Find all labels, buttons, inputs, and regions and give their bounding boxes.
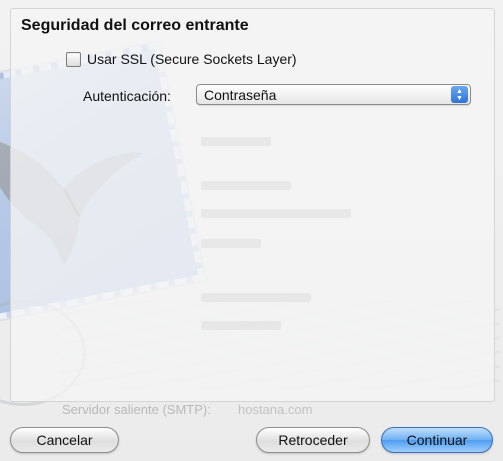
authentication-selected-value: Contraseña — [204, 87, 277, 103]
use-ssl-option[interactable]: Usar SSL (Secure Sockets Layer) — [66, 51, 297, 67]
back-button[interactable]: Retroceder — [256, 427, 370, 453]
use-ssl-checkbox[interactable] — [66, 51, 81, 67]
authentication-label: Autenticación: — [83, 88, 171, 104]
authentication-select[interactable]: Contraseña ▲ ▼ — [196, 84, 471, 105]
continue-button[interactable]: Continuar — [381, 427, 493, 453]
section-title: Seguridad del correo entrante — [21, 17, 249, 34]
cancel-button[interactable]: Cancelar — [10, 427, 119, 453]
outgoing-server-label: Servidor saliente (SMTP): — [62, 402, 211, 417]
use-ssl-label: Usar SSL (Secure Sockets Layer) — [87, 51, 297, 67]
select-arrows-icon: ▲ ▼ — [451, 86, 468, 103]
setup-assistant-window: Seguridad del correo entrante Usar SSL (… — [0, 0, 503, 461]
content-panel — [10, 8, 495, 402]
outgoing-server-value: hostana.com — [238, 402, 313, 417]
